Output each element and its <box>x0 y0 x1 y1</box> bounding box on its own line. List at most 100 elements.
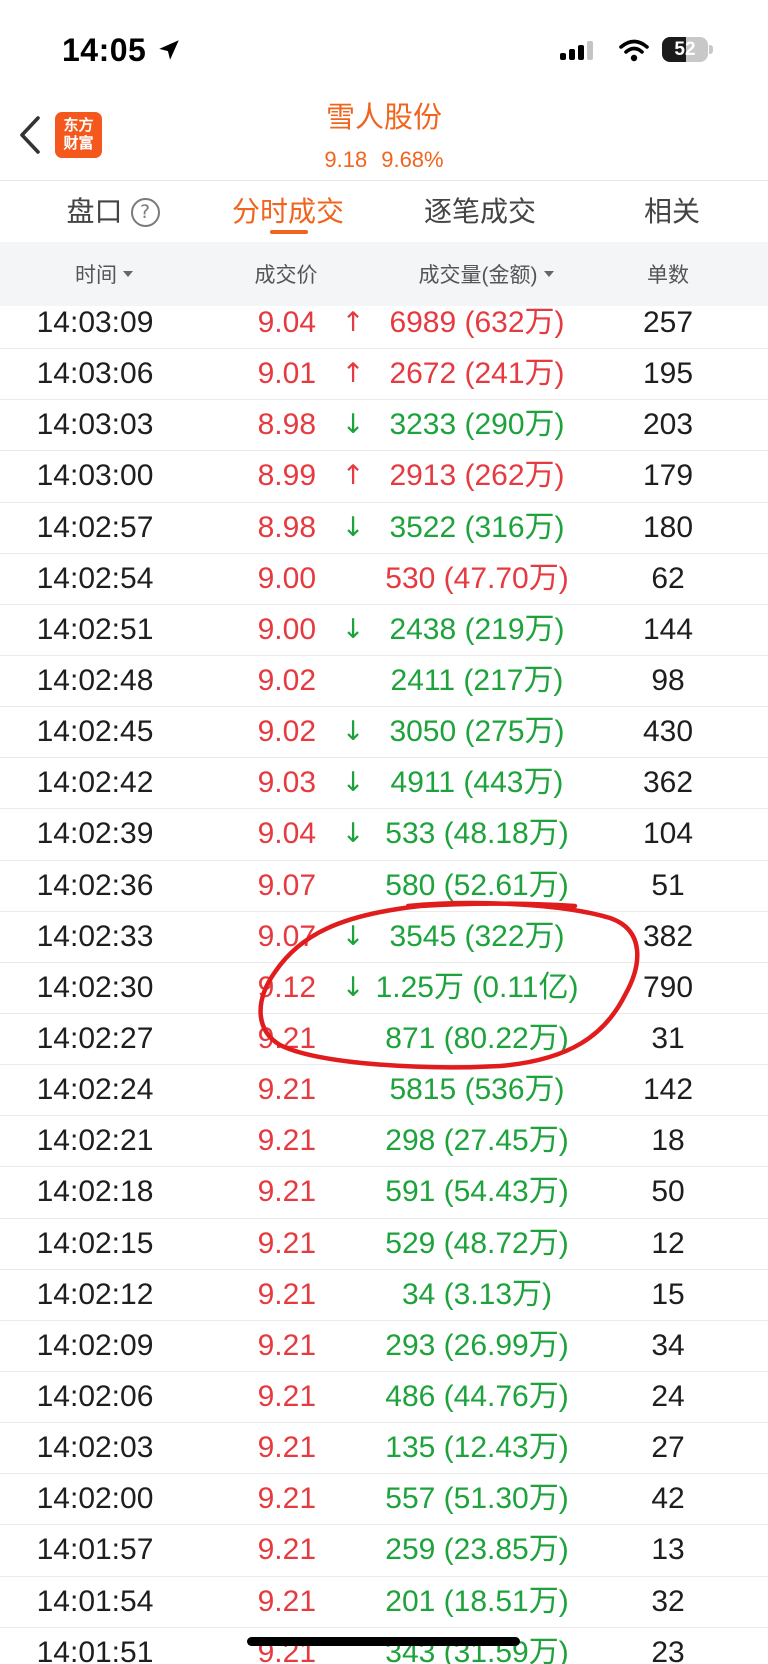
trade-volume: 298 (27.45万) <box>385 1124 569 1158</box>
trade-time: 14:01:51 <box>36 1635 154 1664</box>
trade-price: 9.01 <box>257 357 316 391</box>
trade-volume: 135 (12.43万) <box>385 1431 569 1465</box>
trade-price: 9.02 <box>257 715 316 749</box>
column-label: 成交量(金额) <box>418 264 538 287</box>
trade-price: 9.21 <box>257 1482 316 1516</box>
up-arrow-icon: ↑ <box>341 460 365 492</box>
trade-count: 430 <box>642 715 694 749</box>
trade-volume: 3545 (322万) <box>389 919 565 953</box>
tab-order-book[interactable]: 盘口 ? <box>38 194 188 230</box>
trade-count: 382 <box>642 919 694 953</box>
tab-minute-trades[interactable]: 分时成交 <box>213 194 363 230</box>
trade-price: 8.98 <box>257 510 316 544</box>
status-time: 14:05 <box>62 32 147 68</box>
trade-row: 14:01:54 9.21 201 (18.51万) 32 <box>0 1577 768 1628</box>
tab-label: 相关 <box>643 196 700 227</box>
trade-time: 14:01:54 <box>36 1584 154 1618</box>
trade-count: 12 <box>651 1226 685 1260</box>
help-icon[interactable]: ? <box>130 197 160 227</box>
trade-count: 790 <box>642 970 694 1004</box>
trade-list[interactable]: 14:03:09 9.04 ↑ 6989 (632万) 257 14:03:06 9.01 ↑… <box>0 306 768 1664</box>
trade-volume: 529 (48.72万) <box>385 1226 569 1260</box>
trade-row: 14:02:09 9.21 293 (26.99万) 34 <box>0 1321 768 1372</box>
trade-row: 14:03:03 8.98 ↓ 3233 (290万) 203 <box>0 400 768 452</box>
trade-volume: 34 (3.13万) <box>401 1277 553 1311</box>
trade-time: 14:03:00 <box>36 459 154 493</box>
trade-time: 14:02:39 <box>36 817 154 851</box>
trade-time: 14:02:27 <box>36 1021 154 1055</box>
down-arrow-icon: ↓ <box>341 971 365 1003</box>
trade-volume: 591 (54.43万) <box>385 1175 569 1209</box>
trade-price: 9.21 <box>257 1226 316 1260</box>
trade-count: 51 <box>651 868 685 902</box>
trade-count: 180 <box>642 510 694 544</box>
trade-price: 9.00 <box>257 561 316 595</box>
battery-percent: 52 <box>674 39 696 60</box>
tab-related[interactable]: 相关 <box>597 194 747 230</box>
trade-price: 9.21 <box>257 1328 316 1362</box>
trade-time: 14:02:48 <box>36 663 154 697</box>
trade-price: 8.99 <box>257 459 316 493</box>
trade-row: 14:02:12 9.21 34 (3.13万) 15 <box>0 1270 768 1321</box>
down-arrow-icon: ↓ <box>341 920 365 952</box>
trade-count: 31 <box>651 1021 685 1055</box>
trade-price: 8.98 <box>257 408 316 442</box>
tab-label: 分时成交 <box>231 196 344 227</box>
trade-price: 9.21 <box>257 1175 316 1209</box>
trade-volume: 871 (80.22万) <box>385 1021 569 1055</box>
trade-row: 14:02:42 9.03 ↓ 4911 (443万) 362 <box>0 758 768 810</box>
up-arrow-icon: ↑ <box>341 358 365 390</box>
trade-time: 14:02:18 <box>36 1175 154 1209</box>
trade-volume: 6989 (632万) <box>389 306 565 339</box>
trade-time: 14:02:15 <box>36 1226 154 1260</box>
trade-time: 14:03:09 <box>36 306 154 339</box>
trade-row: 14:02:27 9.21 871 (80.22万) 31 <box>0 1014 768 1066</box>
back-button[interactable] <box>12 112 52 158</box>
trade-time: 14:02:03 <box>36 1431 154 1465</box>
trade-volume: 530 (47.70万) <box>385 561 569 595</box>
trade-row: 14:02:36 9.07 580 (52.61万) 51 <box>0 861 768 912</box>
home-indicator[interactable] <box>247 1637 520 1646</box>
trade-row: 14:03:00 8.99 ↑ 2913 (262万) 179 <box>0 451 768 503</box>
trade-row: 14:01:57 9.21 259 (23.85万) 13 <box>0 1525 768 1577</box>
column-header-volume[interactable]: 成交量(金额) <box>386 242 586 306</box>
trade-time: 14:02:09 <box>36 1328 154 1362</box>
trade-price: 9.21 <box>257 1379 316 1413</box>
trade-row: 14:02:57 8.98 ↓ 3522 (316万) 180 <box>0 503 768 554</box>
trade-count: 13 <box>651 1533 685 1567</box>
trade-price: 9.02 <box>257 663 316 697</box>
stock-change-percent: 9.68% <box>381 147 444 172</box>
trade-volume: 259 (23.85万) <box>385 1533 569 1567</box>
trade-price: 9.21 <box>257 1021 316 1055</box>
trade-time: 14:02:00 <box>36 1482 154 1516</box>
down-arrow-icon: ↓ <box>341 818 365 850</box>
column-header-time[interactable]: 时间 <box>44 242 164 306</box>
trade-count: 42 <box>651 1482 685 1516</box>
trade-count: 203 <box>642 408 694 442</box>
trade-count: 62 <box>651 561 685 595</box>
trade-volume: 293 (26.99万) <box>385 1328 569 1362</box>
trade-row: 14:03:06 9.01 ↑ 2672 (241万) 195 <box>0 349 768 401</box>
trade-list-content: 14:03:09 9.04 ↑ 6989 (632万) 257 14:03:06 9.01 ↑… <box>0 306 768 1664</box>
app-logo: 东方 财富 <box>55 112 102 158</box>
trade-volume: 2913 (262万) <box>389 459 565 493</box>
trade-count: 257 <box>642 306 694 339</box>
up-arrow-icon: ↑ <box>341 307 365 338</box>
down-arrow-icon: ↓ <box>341 767 365 799</box>
trade-time: 14:03:06 <box>36 357 154 391</box>
trade-row: 14:02:48 9.02 2411 (217万) 98 <box>0 656 768 708</box>
trade-row: 14:02:18 9.21 591 (54.43万) 50 <box>0 1167 768 1219</box>
trade-row: 14:02:24 9.21 5815 (536万) 142 <box>0 1065 768 1117</box>
trade-time: 14:02:24 <box>36 1073 154 1107</box>
trade-price: 9.04 <box>257 306 316 339</box>
trade-row: 14:02:33 9.07 ↓ 3545 (322万) 382 <box>0 912 768 963</box>
trade-row: 14:02:00 9.21 557 (51.30万) 42 <box>0 1474 768 1526</box>
trade-time: 14:02:06 <box>36 1379 154 1413</box>
logo-text-line2: 财富 <box>63 135 94 152</box>
trade-count: 24 <box>651 1379 685 1413</box>
trade-price: 9.21 <box>257 1124 316 1158</box>
trade-volume: 486 (44.76万) <box>385 1379 569 1413</box>
trade-price: 9.07 <box>257 919 316 953</box>
trade-count: 18 <box>651 1124 685 1158</box>
tab-tick-trades[interactable]: 逐笔成交 <box>405 194 555 230</box>
